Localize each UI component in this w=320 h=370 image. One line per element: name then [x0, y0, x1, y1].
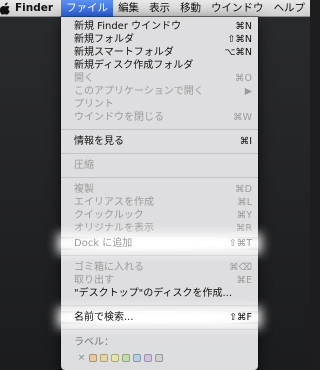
menu-separator — [61, 329, 258, 330]
label-swatch-yellow[interactable] — [100, 354, 108, 362]
menu-item-label: 名前で検索... — [74, 312, 134, 323]
shortcut-label: ⌘⌫ — [229, 262, 252, 273]
shortcut-label: ⌘I — [239, 136, 252, 147]
menu-item-label: 新規 Finder ウインドウ — [74, 21, 182, 32]
shortcut-label: ⌘O — [235, 73, 252, 84]
shortcut-label: ⌘E — [236, 275, 252, 286]
menu-separator — [61, 129, 258, 130]
menu-item-label: このアプリケーションで開く — [74, 86, 204, 97]
menu-separator — [61, 255, 258, 256]
menu-item-get-info[interactable]: 情報を見る ⌘I — [61, 135, 258, 148]
label-none-icon[interactable]: × — [77, 353, 86, 363]
menu-item-find-by-name[interactable]: 名前で検索... ⇧⌘F — [61, 311, 258, 324]
menu-item-label: 圧縮 — [74, 160, 94, 171]
menu-help[interactable]: ヘルプ — [269, 0, 310, 17]
shortcut-label: ⌘D — [235, 184, 252, 195]
menu-item-compress[interactable]: 圧縮 — [61, 159, 258, 172]
menu-item-add-to-dock[interactable]: Dock に追加 ⇧⌘T — [61, 237, 258, 250]
label-swatch-orange[interactable] — [89, 354, 97, 362]
menu-item-new-finder-window[interactable]: 新規 Finder ウインドウ ⌘N — [61, 20, 258, 33]
label-color-picker: × — [61, 352, 258, 364]
menu-item-label: 情報を見る — [74, 136, 124, 147]
label-swatch-light-yellow[interactable] — [111, 354, 119, 362]
menu-edit[interactable]: 編集 — [113, 0, 144, 17]
menu-item-open[interactable]: 開く ⌘O — [61, 72, 258, 85]
submenu-arrow-icon: ▶ — [244, 86, 252, 97]
menu-item-eject[interactable]: 取り出す ⌘E — [61, 274, 258, 287]
menu-item-label: クイックルック — [74, 210, 144, 221]
menu-view[interactable]: 表示 — [144, 0, 175, 17]
apple-icon[interactable] — [0, 0, 11, 17]
menu-item-label: エイリアスを作成 — [74, 197, 154, 208]
apple-logo-icon — [0, 2, 10, 15]
menu-item-make-alias[interactable]: エイリアスを作成 ⌘L — [61, 196, 258, 209]
menu-item-label: 取り出す — [74, 275, 114, 286]
labels-title: ラベル： — [74, 337, 114, 348]
menu-item-label: 開く — [74, 73, 94, 84]
shortcut-label: ⌘W — [233, 112, 252, 123]
menu-item-label: 複製 — [74, 184, 94, 195]
menu-item-new-smart-folder[interactable]: 新規スマートフォルダ ⌥⌘N — [61, 46, 258, 59]
menu-item-label: 新規スマートフォルダ — [74, 47, 174, 58]
shortcut-label: ⌘R — [235, 223, 252, 234]
file-menu-dropdown: 新規 Finder ウインドウ ⌘N 新規フォルダ ⇧⌘N 新規スマートフォルダ… — [61, 17, 258, 370]
menu-separator — [61, 153, 258, 154]
menu-item-label: 新規ディスク作成フォルダ — [74, 60, 194, 71]
menu-item-show-original[interactable]: オリジナルを表示 ⌘R — [61, 222, 258, 235]
menu-app-finder[interactable]: Finder — [11, 0, 61, 17]
menu-bar: Finder ファイル 編集 表示 移動 ウインドウ ヘルプ — [0, 0, 310, 17]
menu-item-open-with[interactable]: このアプリケーションで開く ▶ — [61, 85, 258, 98]
menu-item-new-burn-folder[interactable]: 新規ディスク作成フォルダ — [61, 59, 258, 72]
label-swatch-gray[interactable] — [155, 354, 163, 362]
shortcut-label: ⌥⌘N — [224, 47, 252, 58]
shortcut-label: ⇧⌘N — [227, 34, 252, 45]
menu-window[interactable]: ウインドウ — [206, 0, 269, 17]
menu-item-label: Dock に追加 — [74, 238, 133, 249]
menu-item-move-to-trash[interactable]: ゴミ箱に入れる ⌘⌫ — [61, 261, 258, 274]
menu-item-print[interactable]: プリント — [61, 98, 258, 111]
shortcut-label: ⇧⌘F — [229, 312, 252, 323]
shortcut-label: ⌘Y — [236, 210, 252, 221]
menu-item-label: "デスクトップ"のディスクを作成... — [74, 288, 233, 299]
shortcut-label: ⌘N — [235, 21, 252, 32]
menu-item-close-window[interactable]: ウインドウを閉じる ⌘W — [61, 111, 258, 124]
menu-separator — [61, 305, 258, 306]
menu-item-label: 新規フォルダ — [74, 34, 134, 45]
menu-separator — [61, 177, 258, 178]
menu-go[interactable]: 移動 — [175, 0, 206, 17]
menu-item-label: ゴミ箱に入れる — [74, 262, 144, 273]
menu-item-quick-look[interactable]: クイックルック ⌘Y — [61, 209, 258, 222]
menu-file[interactable]: ファイル — [61, 0, 114, 17]
label-swatch-purple[interactable] — [144, 354, 152, 362]
label-swatch-green[interactable] — [122, 354, 130, 362]
menu-item-new-folder[interactable]: 新規フォルダ ⇧⌘N — [61, 33, 258, 46]
menu-item-label: オリジナルを表示 — [74, 223, 154, 234]
menu-item-duplicate[interactable]: 複製 ⌘D — [61, 183, 258, 196]
menu-item-label: ウインドウを閉じる — [74, 112, 164, 123]
shortcut-label: ⌘L — [237, 197, 252, 208]
menu-item-label: プリント — [74, 99, 114, 110]
shortcut-label: ⇧⌘T — [228, 238, 252, 249]
label-swatch-blue[interactable] — [133, 354, 141, 362]
menu-item-burn-desktop[interactable]: "デスクトップ"のディスクを作成... — [61, 287, 258, 300]
desktop: Finder ファイル 編集 表示 移動 ウインドウ ヘルプ 新規 Finder… — [0, 0, 310, 370]
